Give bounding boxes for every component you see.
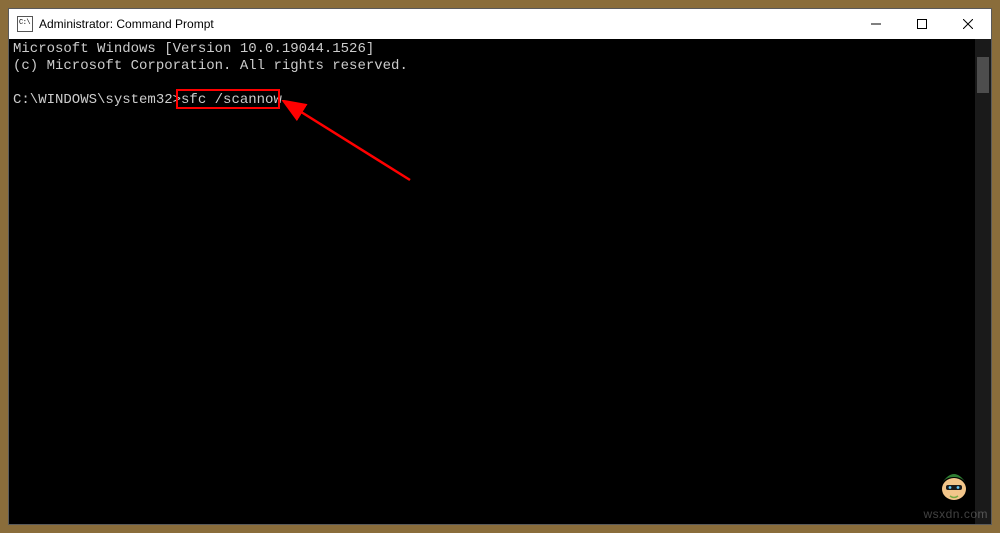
version-line: Microsoft Windows [Version 10.0.19044.15… — [13, 41, 374, 57]
window-frame: C:\ Administrator: Command Prompt Micros… — [8, 8, 992, 525]
maximize-button[interactable] — [899, 9, 945, 39]
vertical-scrollbar[interactable] — [975, 39, 991, 524]
watermark-text: wsxdn.com — [923, 507, 988, 521]
close-icon — [963, 19, 973, 29]
mascot-icon — [934, 463, 974, 503]
prompt-text: C:\WINDOWS\system32> — [13, 92, 181, 108]
copyright-line: (c) Microsoft Corporation. All rights re… — [13, 58, 408, 74]
scrollbar-thumb[interactable] — [977, 57, 989, 93]
titlebar[interactable]: C:\ Administrator: Command Prompt — [9, 9, 991, 39]
terminal-body[interactable]: Microsoft Windows [Version 10.0.19044.15… — [9, 39, 991, 524]
command-text: sfc /scannow — [181, 92, 282, 108]
close-button[interactable] — [945, 9, 991, 39]
maximize-icon — [917, 19, 927, 29]
window-title: Administrator: Command Prompt — [39, 17, 214, 31]
minimize-button[interactable] — [853, 9, 899, 39]
minimize-icon — [871, 19, 881, 29]
cmd-icon: C:\ — [17, 16, 33, 32]
